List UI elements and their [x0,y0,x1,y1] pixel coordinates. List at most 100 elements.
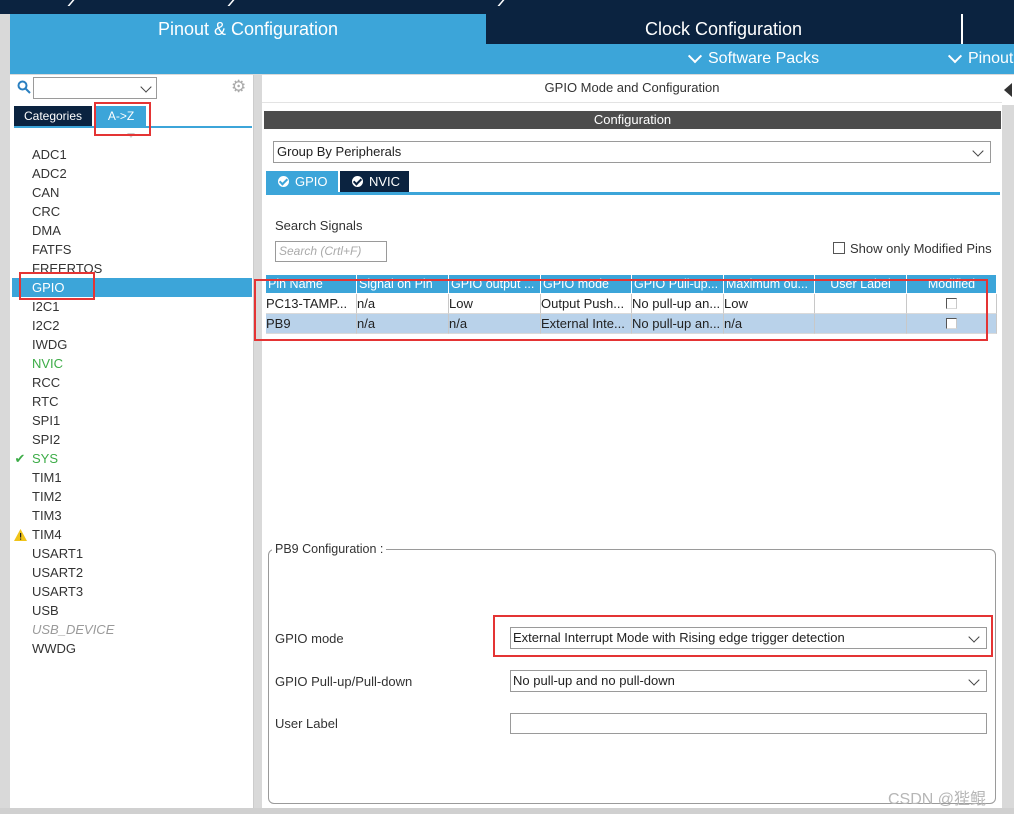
peripheral-item[interactable]: CAN [32,183,252,202]
check-circle-icon [278,176,289,187]
top-strip [0,0,1014,14]
tab-label: Clock Configuration [644,18,803,39]
peripheral-label: TIM4 [32,527,62,542]
peripheral-item[interactable]: TIM3 [32,506,252,525]
peripheral-label: SPI1 [32,413,61,428]
peripheral-label: IWDG [32,337,68,352]
strip-notch [67,0,87,6]
peripheral-item[interactable]: USB [32,601,252,620]
peripheral-item[interactable]: DMA [32,221,252,240]
peripheral-item[interactable]: USART3 [32,582,252,601]
tab-nvic[interactable]: NVIC [340,171,409,192]
watermark: CSDN @狴鲲 [888,791,987,808]
chevron-down-icon [972,145,984,157]
gear-icon[interactable]: ⚙ [231,78,247,95]
group-by-select[interactable]: Group By Peripherals [273,141,991,163]
peripheral-item[interactable]: NVIC [32,354,252,373]
peripheral-label: ADC2 [32,166,67,181]
peripheral-label: FATFS [32,242,72,257]
highlight-az-tab [94,102,151,136]
peripheral-item[interactable]: ✔ SYS [15,449,252,468]
chevron-down-icon [140,81,152,93]
peripheral-item[interactable]: WWDG [32,639,252,658]
peripheral-label: USB_DEVICE [32,622,115,637]
search-signals-label: Search Signals [275,218,363,233]
panel-title: GPIO Mode and Configuration [262,75,1002,103]
configuration-bar: Configuration [264,111,1001,129]
peripheral-label: I2C2 [32,318,60,333]
peripheral-item[interactable]: IWDG [32,335,252,354]
peripheral-item[interactable]: TIM1 [32,468,252,487]
chevron-down-icon [968,674,980,686]
tab-label: Categories [23,109,83,123]
peripheral-label: CAN [32,185,60,200]
warning-icon [12,525,28,544]
chevron-down-icon [687,49,703,64]
peripheral-label: SYS [32,451,59,466]
peripheral-item[interactable]: TIM4 [13,525,252,544]
peripheral-item[interactable]: CRC [32,202,252,221]
pull-label: GPIO Pull-up/Pull-down [275,674,413,689]
check-circle-icon [352,176,363,187]
peripheral-item[interactable]: USART2 [32,563,252,582]
peripheral-item[interactable]: ADC2 [32,164,252,183]
peripheral-label: CRC [32,204,61,219]
show-modified-label: Show only Modified Pins [850,241,992,256]
peripheral-item[interactable]: TIM2 [32,487,252,506]
search-signals-input[interactable]: Search (Crtl+F) [275,241,387,262]
tab-label: GPIO [295,174,328,189]
peripheral-label: USART3 [32,584,84,599]
peripheral-label: NVIC [32,356,64,371]
peripheral-label: ADC1 [32,147,67,162]
peripheral-label: DMA [32,223,61,238]
peripheral-item[interactable]: RTC [32,392,252,411]
peripheral-label: TIM1 [32,470,62,485]
peripheral-label: RTC [32,394,59,409]
peripheral-label: USB [32,603,59,618]
pinout-menu[interactable]: Pinout [947,44,1014,74]
pinout-label: Pinout [968,50,1014,67]
peripheral-item[interactable]: USART1 [32,544,252,563]
peripheral-item[interactable]: ADC1 [32,145,252,164]
peripheral-label: SPI2 [32,432,61,447]
highlight-pin-rows [254,279,988,341]
bottom-scrollbar[interactable] [0,808,1014,814]
tab-label: Pinout & Configuration [157,18,339,39]
tab-categories[interactable]: Categories [14,106,92,126]
tab-pinout-configuration[interactable]: Pinout & Configuration [10,14,486,44]
tab-clock-configuration[interactable]: Clock Configuration [486,14,961,44]
software-packs-menu[interactable]: Software Packs [687,44,820,74]
peripheral-label: USART1 [32,546,84,561]
pull-select[interactable]: No pull-up and no pull-down [510,670,987,692]
peripheral-item[interactable]: RCC [32,373,252,392]
highlight-gpio-mode [493,615,993,657]
tab-more[interactable] [961,14,1014,44]
peripheral-item[interactable]: I2C2 [32,316,252,335]
tab-label: NVIC [369,174,401,189]
strip-notch [497,0,517,6]
software-packs-label: Software Packs [708,50,820,67]
sub-header [10,44,1014,74]
peripheral-label: TIM2 [32,489,62,504]
user-label-label: User Label [275,716,338,731]
peripheral-item[interactable]: SPI2 [32,430,252,449]
peripheral-item[interactable]: FATFS [32,240,252,259]
peripheral-label: USART2 [32,565,84,580]
user-label-input[interactable] [510,713,987,734]
highlight-gpio-item [19,272,95,300]
pull-value: No pull-up and no pull-down [513,673,675,688]
pb9-configuration-title: PB9 Configuration : [272,542,387,556]
peripheral-label: TIM3 [32,508,62,523]
peripheral-label: WWDG [32,641,77,656]
peripheral-label: RCC [32,375,61,390]
search-icon [17,80,31,94]
show-modified-checkbox[interactable] [833,242,845,254]
strip-notch [227,0,247,6]
peripheral-item[interactable]: SPI1 [32,411,252,430]
sidebar-search-combo[interactable] [33,77,157,99]
collapse-arrow-icon[interactable] [1002,75,1014,105]
peripheral-item: USB_DEVICE [32,620,252,639]
peripheral-label: I2C1 [32,299,60,314]
tab-gpio[interactable]: GPIO [266,171,338,192]
gpio-mode-label: GPIO mode [275,631,344,646]
